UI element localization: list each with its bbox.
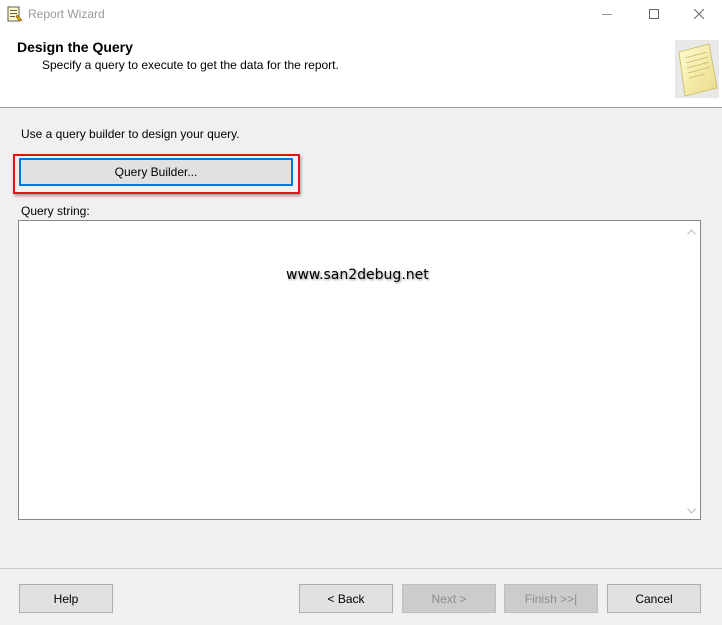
back-button[interactable]: < Back [299,584,393,613]
close-icon [693,8,705,22]
close-button[interactable] [676,0,722,29]
maximize-button[interactable] [631,0,677,29]
report-wizard-icon [7,6,23,22]
finish-button: Finish >>| [504,584,598,613]
page-title: Design the Query [17,39,133,55]
query-string-label: Query string: [21,204,90,218]
help-button[interactable]: Help [19,584,113,613]
chevron-up-icon [687,224,696,238]
chevron-down-icon [687,503,696,517]
wizard-document-graphic [671,38,721,100]
footer-divider [0,568,722,569]
report-wizard-window: Report Wizard Design the Query Specify a… [0,0,722,625]
watermark-text: www.san2debug.net [286,267,429,283]
minimize-button[interactable] [584,0,630,29]
page-subtitle: Specify a query to execute to get the da… [42,58,339,72]
window-title: Report Wizard [28,7,105,21]
scroll-down-button[interactable] [683,501,700,518]
query-string-scrollbar[interactable] [683,221,700,519]
query-string-box [18,220,701,520]
query-builder-button[interactable]: Query Builder... [19,158,293,186]
maximize-icon [649,8,659,22]
scroll-up-button[interactable] [683,222,700,239]
minimize-icon [602,8,612,22]
title-bar[interactable]: Report Wizard [0,0,722,29]
wizard-header: Design the Query Specify a query to exec… [0,29,722,108]
instruction-text: Use a query builder to design your query… [21,127,240,141]
cancel-button[interactable]: Cancel [607,584,701,613]
next-button: Next > [402,584,496,613]
